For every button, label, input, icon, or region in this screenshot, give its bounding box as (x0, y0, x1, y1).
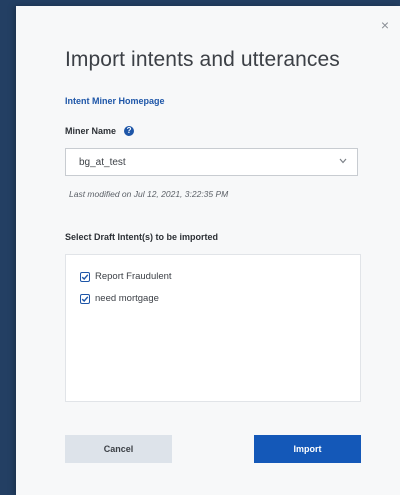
miner-name-label-text: Miner Name (65, 126, 117, 136)
list-item-need-mortgage[interactable]: need mortgage (80, 293, 159, 304)
list-item-report-fraudulent[interactable]: Report Fraudulent (80, 271, 172, 282)
import-dialog: × Import intents and utterances Intent M… (16, 6, 400, 495)
intent-miner-homepage-link[interactable]: Intent Miner Homepage (65, 96, 165, 106)
list-item-label: Report Fraudulent (95, 271, 172, 282)
close-icon[interactable]: × (378, 18, 392, 32)
cancel-button[interactable]: Cancel (65, 435, 172, 463)
import-button[interactable]: Import (254, 435, 361, 463)
draft-intents-label: Select Draft Intent(s) to be imported (65, 232, 219, 242)
draft-intents-list: Report Fraudulent need mortgage (65, 254, 361, 402)
chevron-down-icon (339, 157, 347, 166)
miner-name-select[interactable]: bg_at_test (65, 148, 358, 176)
checkbox-checked-icon[interactable] (80, 271, 90, 282)
dialog-title: Import intents and utterances (65, 48, 340, 71)
checkbox-checked-icon[interactable] (80, 293, 90, 304)
miner-name-label: Miner Name ? (65, 126, 135, 136)
miner-name-value: bg_at_test (79, 157, 126, 168)
last-modified-text: Last modified on Jul 12, 2021, 3:22:35 P… (69, 189, 229, 199)
help-icon[interactable]: ? (124, 126, 135, 136)
list-item-label: need mortgage (95, 293, 159, 304)
